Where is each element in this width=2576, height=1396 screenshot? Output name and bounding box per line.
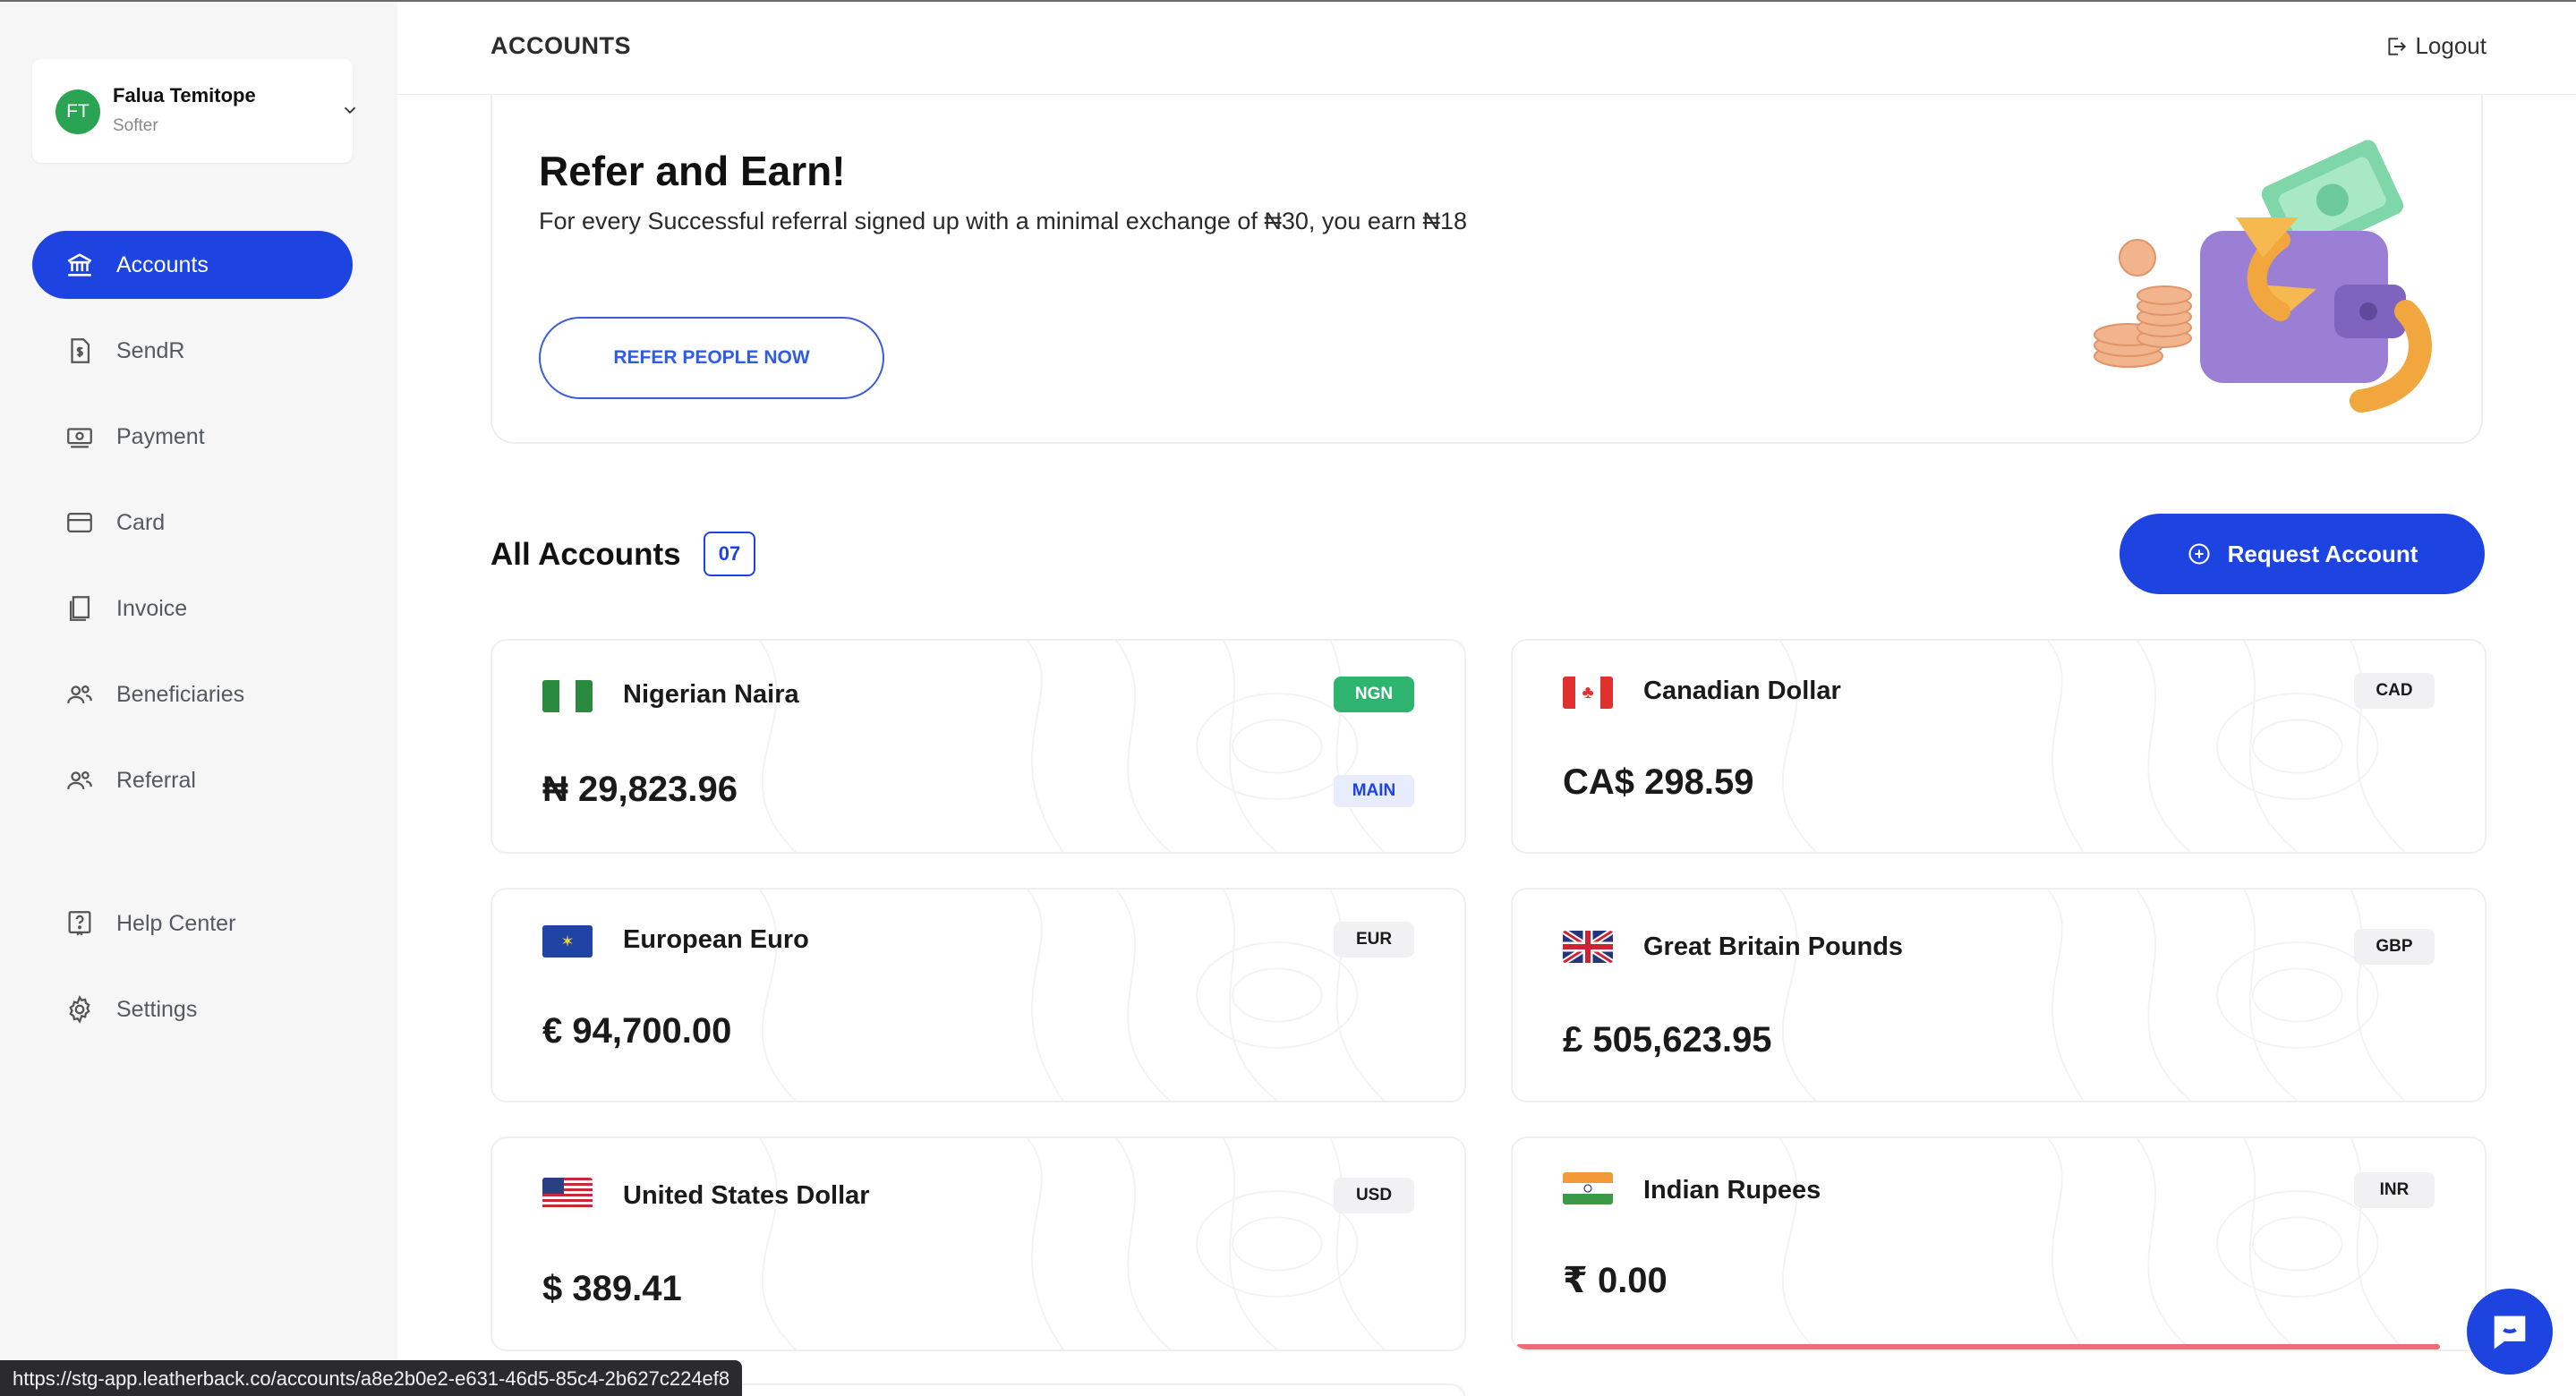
account-name: European Euro [623,925,809,954]
card-pattern [1779,1138,2406,1349]
account-card-usd[interactable]: United States Dollar USD $ 389.41 [490,1136,1466,1351]
logout-label: Logout [2415,32,2486,59]
profile-name: Falua Temitope [113,84,256,106]
currency-code-badge: GBP [2354,929,2435,965]
account-balance: € 94,700.00 [542,1011,732,1051]
sidebar-item-payment[interactable]: Payment [32,403,353,471]
currency-code-badge: NGN [1334,677,1414,712]
gear-icon [63,992,97,1026]
sidebar-item-help-center[interactable]: Help Center [32,890,353,958]
accounts-count-badge: 07 [704,532,755,576]
account-card-eur[interactable]: ✶ European Euro EUR € 94,700.00 [490,888,1466,1102]
sidebar-item-accounts[interactable]: Accounts [32,231,353,299]
card-pattern [759,1138,1386,1349]
logout-icon [2388,37,2407,55]
nigeria-flag-icon [542,680,593,712]
sidebar: FT Falua Temitope Softer Accounts SendR [0,2,397,1396]
card-pattern [1779,641,2406,852]
account-balance: ₦ 29,823.96 [542,770,738,809]
refer-people-button[interactable]: REFER PEOPLE NOW [539,317,884,399]
sidebar-item-beneficiaries[interactable]: Beneficiaries [32,660,353,728]
sidebar-item-card[interactable]: Card [32,489,353,557]
invoice-icon [63,592,97,626]
page-title: ACCOUNTS [490,32,631,59]
referral-title: Refer and Earn! [539,148,846,194]
account-name: United States Dollar [623,1181,870,1210]
sidebar-item-label: Card [116,509,166,535]
sidebar-item-label: Help Center [116,910,236,936]
cash-icon [63,420,97,454]
credit-card-icon [63,506,97,540]
card-pattern [759,641,1386,852]
bank-icon [63,248,97,282]
referral-subtitle: For every Successful referral signed up … [539,208,1468,234]
avatar: FT [55,89,100,134]
sidebar-item-label: Accounts [116,251,209,277]
document-dollar-icon [63,334,97,368]
help-icon [63,907,97,941]
account-balance: CA$ 298.59 [1563,762,1754,802]
account-balance: £ 505,623.95 [1563,1020,1772,1060]
account-name: Nigerian Naira [623,680,799,709]
card-pattern [1779,890,2406,1101]
account-balance: $ 389.41 [542,1269,682,1308]
account-card-inr[interactable]: Indian Rupees INR ₹ 0.00 [1511,1136,2486,1351]
canada-flag-icon: ♣ [1563,677,1613,709]
account-name: Canadian Dollar [1643,677,1841,705]
sidebar-item-label: Beneficiaries [116,681,245,707]
currency-code-badge: USD [1334,1178,1414,1213]
sidebar-item-label: SendR [116,337,185,363]
logout-button[interactable]: Logout [2384,32,2486,60]
uk-flag-icon [1563,931,1613,963]
sidebar-item-invoice[interactable]: Invoice [32,575,353,643]
account-balance: ₹ 0.00 [1563,1261,1668,1300]
chevron-down-icon [344,106,356,115]
app-window: FT Falua Temitope Softer Accounts SendR [0,0,2576,1396]
account-name: Indian Rupees [1643,1176,1821,1204]
request-account-button[interactable]: Request Account [2120,514,2485,594]
all-accounts-title: All Accounts [490,537,681,572]
sidebar-item-sendr[interactable]: SendR [32,317,353,385]
sidebar-item-label: Payment [116,423,205,449]
account-card-ngn[interactable]: Nigerian Naira NGN ₦ 29,823.96 MAIN [490,639,1466,854]
sidebar-item-settings[interactable]: Settings [32,975,353,1043]
india-flag-icon [1563,1172,1613,1204]
account-card-gbp[interactable]: Great Britain Pounds GBP £ 505,623.95 [1511,888,2486,1102]
sidebar-item-label: Settings [116,996,198,1022]
account-name: Great Britain Pounds [1643,932,1904,961]
wallet-illustration [2094,140,2432,413]
chat-icon [2494,1315,2526,1349]
referral-banner: Refer and Earn! For every Successful ref… [490,95,2483,444]
currency-code-badge: INR [2354,1172,2435,1208]
us-flag-icon [542,1178,593,1210]
users-icon [63,763,97,797]
main-account-badge: MAIN [1334,775,1414,807]
loading-progress-bar [1516,1344,2440,1349]
chat-support-button[interactable] [2467,1289,2553,1375]
status-bar-url: https://stg-app.leatherback.co/accounts/… [0,1360,743,1396]
plus-circle-icon [2188,543,2210,565]
top-header: ACCOUNTS Logout [397,2,2576,95]
profile-company: Softer [113,116,158,135]
profile-switcher[interactable]: FT Falua Temitope Softer [32,59,356,163]
card-pattern [759,890,1386,1101]
account-card-cad[interactable]: ♣ Canadian Dollar CAD CA$ 298.59 [1511,639,2486,854]
eu-flag-icon: ✶ [542,925,593,958]
currency-code-badge: EUR [1334,922,1414,958]
currency-code-badge: CAD [2354,673,2435,709]
sidebar-item-referral[interactable]: Referral [32,746,353,814]
users-icon [63,677,97,711]
sidebar-item-label: Referral [116,767,196,793]
sidebar-item-label: Invoice [116,595,188,621]
request-account-label: Request Account [2227,540,2418,567]
